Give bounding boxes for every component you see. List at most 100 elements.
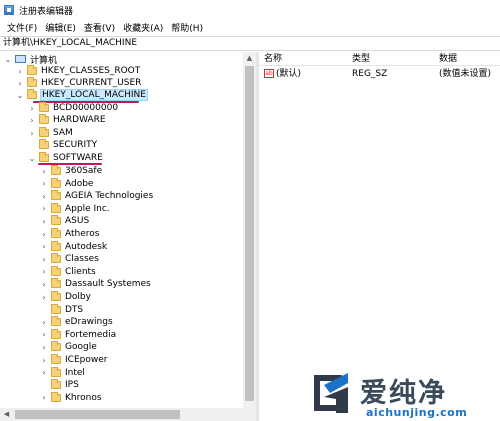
tree-node-software-child[interactable]: › Google	[40, 341, 97, 353]
tree-node-software-child[interactable]: › Dolby	[40, 291, 91, 303]
tree-node-software-child[interactable]: › Apple Inc.	[40, 202, 110, 215]
folder-icon	[39, 127, 49, 137]
value-row[interactable]: ab (默认) REG_SZ (数值未设置)	[259, 67, 500, 81]
chevron-right-icon[interactable]: ›	[40, 253, 48, 265]
chevron-right-icon[interactable]: ›	[40, 190, 48, 202]
tree-node-software-child[interactable]: › 360Safe	[40, 165, 102, 177]
tree-horizontal-scrollbar[interactable]: ◀	[0, 408, 256, 421]
folder-icon	[51, 291, 61, 301]
chevron-right-icon[interactable]: ›	[40, 329, 48, 341]
folder-icon	[51, 215, 61, 226]
menu-view[interactable]: 查看(V)	[80, 21, 119, 34]
chevron-right-icon[interactable]: ›	[28, 127, 36, 139]
watermark-logo-icon	[314, 373, 348, 413]
folder-icon	[51, 240, 61, 251]
column-name[interactable]: 名称	[259, 52, 347, 65]
tree-node-software-child[interactable]: › AGEIA Technologies	[40, 190, 153, 202]
chevron-right-icon[interactable]: ›	[40, 165, 48, 177]
chevron-right-icon[interactable]: ›	[28, 114, 36, 126]
tree-node-computer[interactable]: ⌄ 计算机	[4, 53, 57, 66]
scroll-up-icon[interactable]: ▲	[243, 52, 256, 65]
chevron-right-icon[interactable]: ›	[40, 203, 48, 215]
folder-icon	[51, 202, 61, 213]
folder-icon	[27, 65, 37, 75]
hscroll-thumb[interactable]	[15, 410, 180, 419]
chevron-right-icon[interactable]: ›	[40, 241, 48, 253]
regedit-icon	[4, 5, 14, 15]
chevron-right-icon[interactable]: ›	[40, 278, 48, 290]
tree-node-software-child[interactable]: › ASUS	[40, 215, 89, 227]
folder-icon	[51, 265, 61, 276]
tree-node-software-child[interactable]: › Clients	[40, 265, 96, 278]
folder-icon	[51, 379, 61, 390]
chevron-right-icon[interactable]: ›	[16, 65, 24, 77]
folder-icon	[51, 391, 61, 402]
folder-icon	[39, 152, 49, 162]
tree-node-sam[interactable]: › SAM	[28, 127, 73, 139]
watermark-brand: 爱纯净	[360, 378, 447, 409]
values-list: 名称 类型 数据 ab (默认) REG_SZ (数值未设置)	[259, 52, 500, 421]
folder-icon	[51, 316, 61, 327]
tree-node-hklm[interactable]: ⌄ HKEY_LOCAL_MACHINE	[16, 89, 148, 101]
chevron-right-icon[interactable]: ›	[40, 367, 48, 379]
chevron-right-icon[interactable]: ›	[40, 341, 48, 353]
folder-icon	[27, 89, 37, 99]
address-bar[interactable]: 计算机\HKEY_LOCAL_MACHINE	[0, 36, 500, 51]
tree-node-hkcu[interactable]: › HKEY_CURRENT_USER	[16, 77, 141, 89]
tree-vertical-scrollbar[interactable]: ▲	[243, 52, 256, 410]
column-data[interactable]: 数据	[434, 52, 500, 65]
chevron-right-icon[interactable]: ›	[40, 215, 48, 227]
folder-icon	[39, 139, 49, 149]
value-data-cell: (数值未设置)	[439, 69, 492, 79]
chevron-down-icon[interactable]: ⌄	[4, 53, 12, 65]
tree-node-software-child[interactable]: › Autodesk	[40, 240, 107, 253]
menu-file[interactable]: 文件(F)	[3, 21, 41, 34]
tree-node-software-child[interactable]: › ICEpower	[40, 354, 107, 366]
tree-node-software-child[interactable]: › Khronos	[40, 391, 102, 404]
menu-help[interactable]: 帮助(H)	[167, 21, 207, 34]
scroll-left-icon[interactable]: ◀	[0, 408, 13, 421]
chevron-right-icon[interactable]: ›	[40, 354, 48, 366]
chevron-down-icon[interactable]: ⌄	[28, 152, 36, 164]
watermark: 爱纯净 aichunjing.com	[308, 369, 500, 421]
folder-icon	[51, 177, 61, 188]
menu-bar: 文件(F) 编辑(E) 查看(V) 收藏夹(A) 帮助(H)	[0, 20, 500, 35]
tree-node-hardware[interactable]: › HARDWARE	[28, 114, 106, 126]
folder-icon	[51, 253, 61, 264]
chevron-right-icon[interactable]: ›	[16, 77, 24, 89]
value-type-cell: REG_SZ	[352, 69, 388, 79]
list-header: 名称 类型 数据	[259, 52, 500, 66]
menu-favorites[interactable]: 收藏夹(A)	[119, 21, 167, 34]
tree-node-bcd[interactable]: › BCD00000000	[28, 102, 118, 114]
chevron-right-icon[interactable]: ›	[40, 316, 48, 328]
folder-icon	[51, 278, 61, 289]
watermark-url: aichunjing.com	[366, 406, 468, 419]
chevron-down-icon[interactable]: ⌄	[16, 89, 24, 101]
tree-node-security[interactable]: SECURITY	[28, 139, 97, 151]
tree-node-software-child[interactable]: › eDrawings	[40, 316, 113, 328]
column-type[interactable]: 类型	[347, 52, 434, 65]
tree-node-software-child[interactable]: › Intel	[40, 366, 85, 379]
tree-node-software-child[interactable]: › Atheros	[40, 228, 99, 240]
tree-node-software-child[interactable]: DTS	[40, 303, 83, 316]
tree-node-software-child[interactable]: › Fortemedia	[40, 328, 116, 341]
chevron-right-icon[interactable]: ›	[40, 266, 48, 278]
chevron-right-icon[interactable]: ›	[40, 392, 48, 404]
tree-node-software-child[interactable]: › Dassault Systemes	[40, 278, 151, 290]
folder-icon	[51, 303, 61, 314]
tree-node-hkcr[interactable]: › HKEY_CLASSES_ROOT	[16, 65, 140, 77]
folder-icon	[51, 165, 61, 175]
folder-icon	[51, 228, 61, 238]
key-tree: ⌄ 计算机 › HKEY_CLASSES_ROOT › HKEY_CURRENT…	[0, 52, 256, 421]
tree-node-software-child[interactable]: › Adobe	[40, 177, 93, 190]
folder-icon	[51, 366, 61, 377]
tree-node-software-child[interactable]: IPS	[40, 379, 79, 391]
window-title: 注册表编辑器	[19, 6, 74, 17]
chevron-right-icon[interactable]: ›	[40, 178, 48, 190]
chevron-right-icon[interactable]: ›	[40, 291, 48, 303]
chevron-right-icon[interactable]: ›	[40, 228, 48, 240]
scroll-thumb[interactable]	[245, 66, 254, 401]
chevron-right-icon[interactable]: ›	[28, 102, 36, 114]
menu-edit[interactable]: 编辑(E)	[41, 21, 80, 34]
tree-node-software-child[interactable]: › Classes	[40, 253, 99, 265]
